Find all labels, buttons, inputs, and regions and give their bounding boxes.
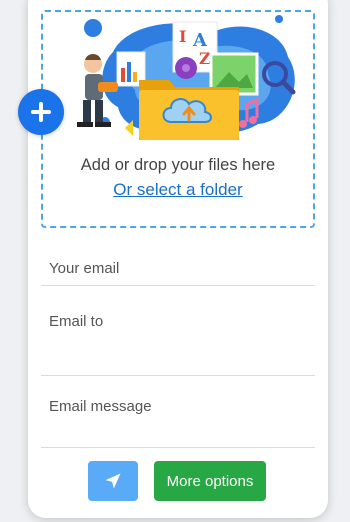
upload-card: I A Z Add or drop your files here Or sel…	[28, 0, 328, 518]
svg-text:Z: Z	[199, 49, 211, 68]
send-button[interactable]	[88, 461, 138, 501]
add-files-button[interactable]	[18, 89, 64, 135]
email-message-input[interactable]	[41, 390, 315, 448]
file-drop-zone[interactable]: I A Z Add or drop your files here Or sel…	[41, 10, 315, 228]
more-options-button[interactable]: More options	[154, 461, 266, 501]
upload-illustration: I A Z	[77, 15, 296, 140]
your-email-input[interactable]	[41, 252, 315, 286]
drop-files-text: Add or drop your files here	[80, 156, 276, 174]
email-to-input[interactable]	[41, 305, 315, 376]
svg-text:I: I	[179, 27, 186, 46]
plus-icon	[31, 102, 51, 122]
svg-text:A: A	[192, 30, 208, 51]
paper-plane-icon	[105, 473, 121, 489]
select-folder-link[interactable]: Or select a folder	[43, 180, 313, 200]
